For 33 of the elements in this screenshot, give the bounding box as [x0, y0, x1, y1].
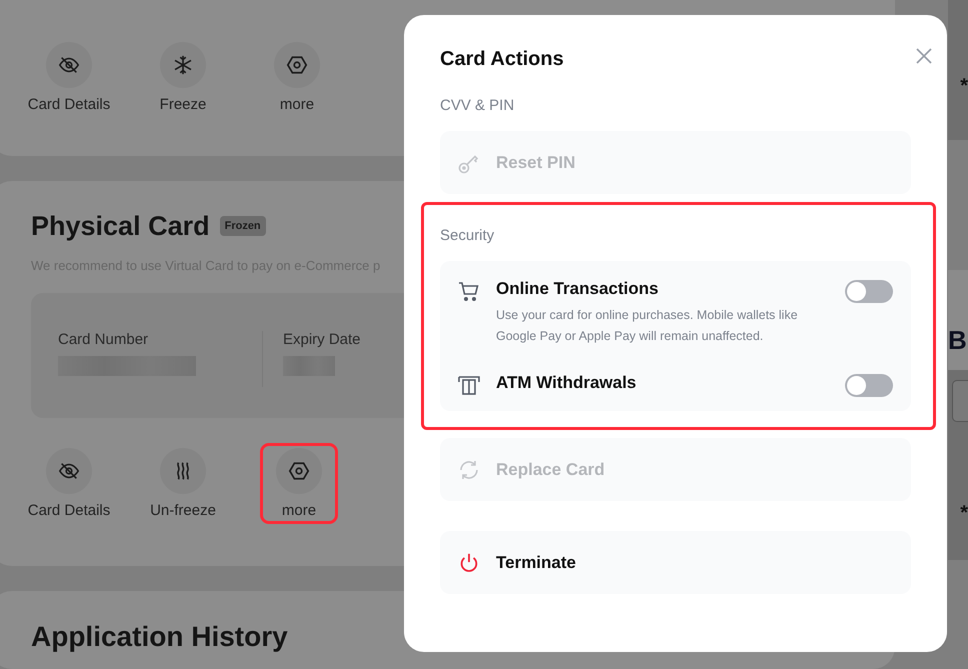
card-brand-text: B — [948, 325, 967, 356]
option-label: ATM Withdrawals — [496, 373, 638, 393]
close-icon — [915, 47, 933, 65]
snowflake-icon — [172, 54, 194, 76]
power-icon — [458, 552, 480, 574]
chip-icon — [952, 380, 968, 422]
card-action-button[interactable]: Card Details — [23, 40, 115, 115]
option-description: Use your card for online purchases. Mobile wallets like Google Pay or Apple Pay will remain unaffected. — [496, 307, 799, 345]
option-label: Online Transactions — [496, 279, 660, 299]
close-button[interactable] — [915, 47, 933, 65]
atm-icon — [457, 373, 481, 397]
card-action-button[interactable]: Freeze — [137, 40, 229, 115]
hexagon-nut-icon — [288, 460, 310, 482]
eye-slash-icon — [58, 54, 80, 76]
masked-digits: * — [960, 75, 968, 98]
section-title: Application History — [31, 620, 288, 652]
section-title: Physical Card — [31, 210, 210, 242]
card-action-button[interactable]: Card Details — [23, 446, 115, 521]
action-row[interactable]: Terminate — [440, 531, 911, 594]
toggle-switch[interactable] — [845, 280, 893, 303]
toggle-switch[interactable] — [845, 374, 893, 397]
status-badge: Frozen — [220, 216, 266, 236]
card-action-button[interactable]: more — [251, 40, 343, 115]
hexagon-nut-icon — [286, 54, 308, 76]
section-heading: CVV & PIN — [440, 97, 516, 114]
dialog-title: Card Actions — [440, 48, 564, 71]
card-action-button[interactable]: Un-freeze — [137, 446, 229, 521]
field-label: Expiry Date — [283, 330, 361, 348]
field-label: Card Number — [58, 330, 150, 348]
shopping-cart-icon — [457, 279, 481, 303]
card-action-button[interactable]: more — [263, 446, 335, 521]
masked-digits: * — [960, 502, 968, 525]
section-heading: Security — [440, 227, 496, 244]
